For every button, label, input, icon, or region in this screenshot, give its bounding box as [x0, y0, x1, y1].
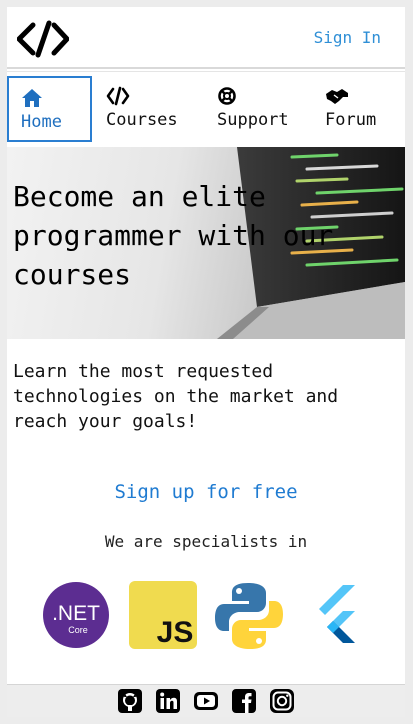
hero-banner: Become an elite programmer with our cour…: [7, 147, 405, 339]
code-logo-icon[interactable]: [17, 20, 69, 58]
facebook-icon[interactable]: [231, 688, 257, 714]
dotnet-label: .NET: [52, 602, 100, 625]
flutter-logo: [319, 585, 355, 643]
nav-item-label: Courses: [106, 110, 178, 130]
javascript-logo: JS: [129, 581, 197, 649]
nav-item-label: Home: [21, 112, 62, 132]
core-label: Core: [68, 625, 88, 635]
linkedin-icon[interactable]: [155, 688, 181, 714]
footer: [7, 684, 405, 717]
lifebuoy-icon: [217, 86, 289, 108]
nav-item-forum[interactable]: Forum: [325, 76, 376, 142]
nav-item-home[interactable]: Home: [7, 76, 92, 142]
app-frame: Sign In Home Courses Support Forum Becom…: [7, 7, 405, 717]
nav-item-support[interactable]: Support: [217, 76, 289, 142]
header: Sign In: [7, 7, 405, 69]
lead-text: Learn the most requested technologies on…: [13, 361, 339, 432]
dotnet-core-logo: .NET Core: [43, 582, 109, 648]
technology-logos: .NET Core JS: [7, 581, 405, 651]
nav-item-label: Support: [217, 110, 289, 130]
instagram-icon[interactable]: [269, 688, 295, 714]
youtube-icon[interactable]: [193, 688, 219, 714]
specialists-label: We are specialists in: [104, 532, 308, 551]
main-nav: Home Courses Support Forum: [7, 71, 405, 147]
handshake-icon: [325, 86, 376, 108]
home-icon: [21, 88, 90, 110]
js-label: JS: [157, 616, 194, 649]
nav-item-label: Forum: [325, 110, 377, 130]
nav-item-courses[interactable]: Courses: [106, 76, 178, 142]
sign-up-link[interactable]: Sign up for free: [7, 481, 405, 503]
github-icon[interactable]: [117, 688, 143, 714]
code-icon: [106, 86, 178, 108]
python-logo: [215, 583, 283, 649]
hero-title: Become an elite programmer with our cour…: [13, 180, 334, 291]
sign-in-link[interactable]: Sign In: [314, 28, 381, 47]
